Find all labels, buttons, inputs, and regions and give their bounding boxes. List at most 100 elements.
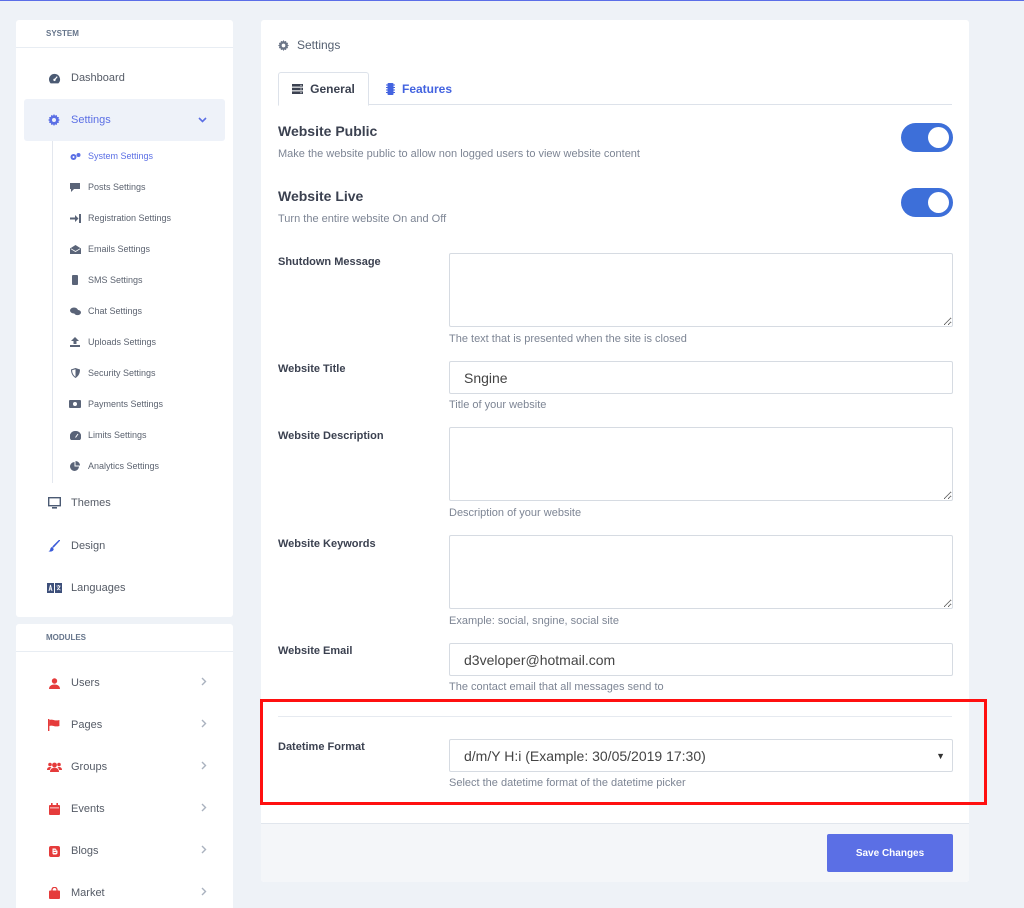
subnav-label: Limits Settings — [88, 430, 147, 440]
sidebar-item-themes[interactable]: Themes — [24, 482, 225, 524]
shield-icon — [69, 368, 81, 378]
pie-chart-icon — [69, 461, 81, 471]
sign-in-icon — [69, 213, 81, 223]
chevron-right-icon — [201, 719, 207, 731]
card-footer: Save Changes — [261, 823, 969, 882]
sidebar-item-design[interactable]: Design — [24, 525, 225, 567]
chevron-right-icon — [201, 677, 207, 689]
website-email-help: The contact email that all messages send… — [449, 681, 664, 693]
tab-features[interactable]: Features — [386, 72, 452, 105]
settings-subnav: System Settings Posts Settings Registrat… — [52, 141, 222, 483]
envelope-open-icon — [69, 244, 81, 254]
website-live-desc: Turn the entire website On and Off — [278, 213, 447, 225]
sidebar-item-label: Languages — [71, 582, 126, 594]
sidebar-item-languages[interactable]: Languages — [24, 567, 225, 609]
subnav-label: Registration Settings — [88, 213, 172, 223]
subnav-label: System Settings — [88, 151, 154, 161]
comment-icon — [69, 182, 81, 192]
website-email-input[interactable] — [449, 643, 953, 676]
chevron-down-icon — [198, 114, 207, 126]
sidebar-item-label: Events — [71, 803, 105, 815]
website-title-help: Title of your website — [449, 399, 547, 411]
subnav-item-emails-settings[interactable]: Emails Settings — [69, 239, 150, 259]
subnav-label: Chat Settings — [88, 306, 143, 316]
website-title-input[interactable] — [449, 361, 953, 394]
dashboard-icon — [46, 71, 62, 85]
website-public-title: Website Public — [278, 123, 378, 139]
sidebar-item-dashboard[interactable]: Dashboard — [24, 57, 225, 99]
subnav-item-uploads-settings[interactable]: Uploads Settings — [69, 332, 156, 352]
datetime-format-value: d/m/Y H:i (Example: 30/05/2019 17:30) — [464, 747, 706, 764]
subnav-label: SMS Settings — [88, 275, 143, 285]
website-public-toggle[interactable] — [901, 123, 953, 152]
gauge-icon — [69, 430, 81, 440]
subnav-item-limits-settings[interactable]: Limits Settings — [69, 425, 147, 445]
website-keywords-textarea[interactable] — [449, 535, 953, 609]
sidebar-item-label: Themes — [71, 497, 111, 509]
settings-card: Settings General Features Website Public… — [261, 20, 969, 882]
website-keywords-help: Example: social, sngine, social site — [449, 615, 619, 627]
subnav-item-system-settings[interactable]: System Settings — [69, 146, 153, 166]
subnav-item-security-settings[interactable]: Security Settings — [69, 363, 156, 383]
sidebar-item-label: Dashboard — [71, 72, 125, 84]
chevron-right-icon — [201, 803, 207, 815]
sidebar-item-users[interactable]: Users — [24, 662, 225, 704]
sidebar-item-settings[interactable]: Settings — [24, 99, 225, 141]
website-keywords-label: Website Keywords — [278, 538, 376, 550]
subnav-item-payments-settings[interactable]: Payments Settings — [69, 394, 163, 414]
tab-label: General — [310, 82, 355, 96]
website-live-toggle[interactable] — [901, 188, 953, 217]
blogger-icon — [46, 844, 62, 858]
subnav-label: Payments Settings — [88, 399, 164, 409]
user-icon — [46, 676, 62, 690]
top-accent-line — [0, 0, 1024, 1]
money-icon — [69, 400, 81, 408]
sidebar-item-groups[interactable]: Groups — [24, 746, 225, 788]
system-section-title: SYSTEM — [16, 20, 233, 48]
translate-icon — [46, 581, 62, 595]
datetime-format-label: Datetime Format — [278, 741, 365, 753]
subnav-item-chat-settings[interactable]: Chat Settings — [69, 301, 142, 321]
caret-down-icon: ▼ — [936, 750, 945, 761]
sidebar-item-label: Market — [71, 887, 105, 899]
website-public-desc: Make the website public to allow non log… — [278, 148, 640, 160]
card-title: Settings — [297, 38, 341, 52]
microchip-icon — [386, 82, 395, 95]
website-description-textarea[interactable] — [449, 427, 953, 501]
sidebar-item-pages[interactable]: Pages — [24, 704, 225, 746]
shutdown-message-help: The text that is presented when the site… — [449, 333, 687, 345]
sidebar-item-market[interactable]: Market — [24, 872, 225, 908]
server-icon — [292, 84, 304, 94]
shutdown-message-textarea[interactable] — [449, 253, 953, 327]
subnav-item-analytics-settings[interactable]: Analytics Settings — [69, 456, 159, 476]
sidebar-item-label: Users — [71, 677, 100, 689]
subnav-label: Uploads Settings — [88, 337, 157, 347]
gear-icon — [278, 39, 289, 51]
calendar-icon — [46, 802, 62, 816]
website-live-title: Website Live — [278, 188, 364, 204]
monitor-icon — [46, 496, 62, 510]
subnav-label: Emails Settings — [88, 244, 151, 254]
toggle-knob — [928, 192, 949, 213]
chevron-right-icon — [201, 887, 207, 899]
sidebar-item-blogs[interactable]: Blogs — [24, 830, 225, 872]
tab-general[interactable]: General — [278, 72, 369, 106]
subnav-item-sms-settings[interactable]: SMS Settings — [69, 270, 143, 290]
card-header: Settings — [278, 38, 340, 52]
users-icon — [46, 760, 62, 774]
sidebar-item-label: Blogs — [71, 845, 99, 857]
shutdown-message-label: Shutdown Message — [278, 256, 381, 268]
flag-icon — [46, 718, 62, 732]
section-divider — [278, 716, 952, 717]
save-changes-button[interactable]: Save Changes — [827, 834, 953, 872]
subnav-item-posts-settings[interactable]: Posts Settings — [69, 177, 146, 197]
brush-icon — [46, 539, 62, 553]
datetime-format-select[interactable]: d/m/Y H:i (Example: 30/05/2019 17:30) ▼ — [449, 739, 953, 772]
subnav-item-registration-settings[interactable]: Registration Settings — [69, 208, 171, 228]
chevron-right-icon — [201, 845, 207, 857]
sidebar-item-label: Pages — [71, 719, 103, 731]
sidebar-item-events[interactable]: Events — [24, 788, 225, 830]
sidebar-item-label: Settings — [71, 114, 111, 126]
settings-tabs: General Features — [278, 72, 952, 106]
gear-icon — [46, 113, 62, 127]
